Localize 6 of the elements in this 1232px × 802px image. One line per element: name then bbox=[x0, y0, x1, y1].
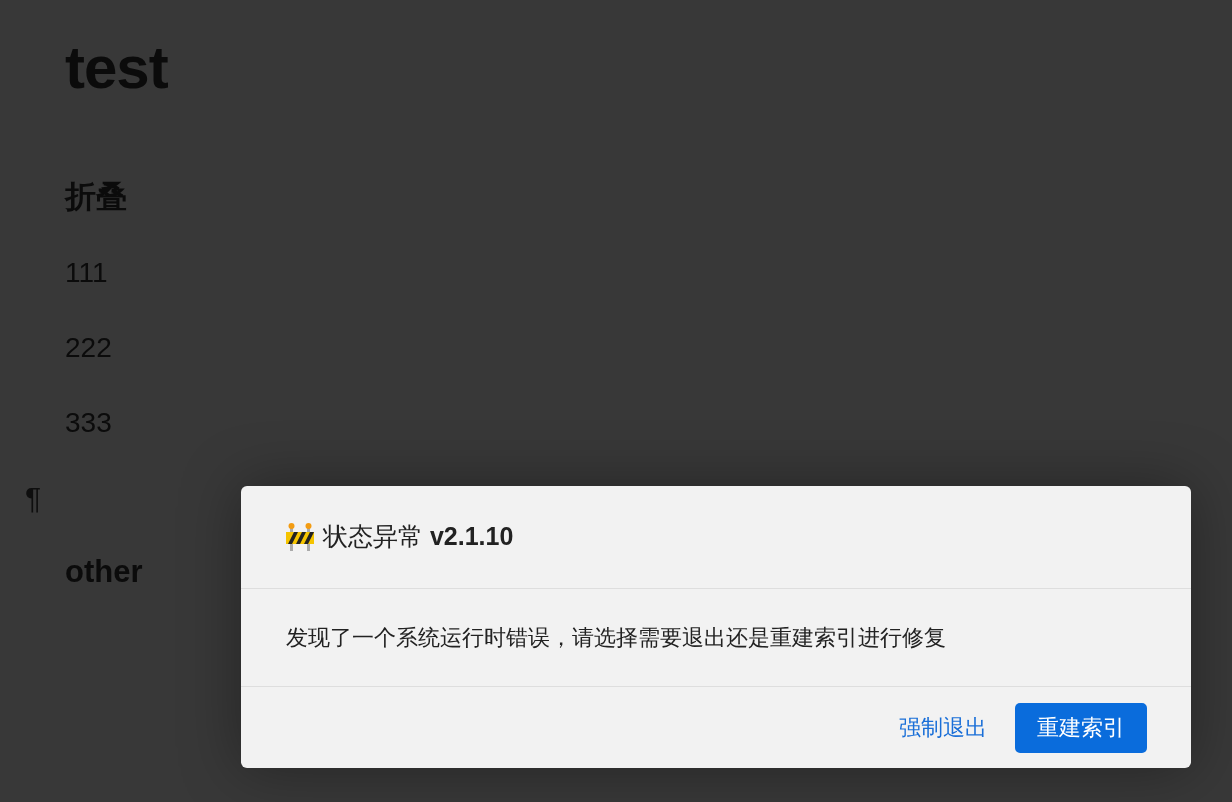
quit-link[interactable]: 强制退出 bbox=[899, 711, 987, 744]
dialog-title: 状态异常 v2.1.10 bbox=[323, 521, 514, 553]
barrier-icon bbox=[285, 522, 315, 552]
rebuild-button[interactable]: 重建索引 bbox=[1015, 702, 1147, 753]
pilcrow-mark: ¶ bbox=[25, 480, 42, 516]
dialog-message: 发现了一个系统运行时错误，请选择需要退出还是重建索引进行修复 bbox=[286, 624, 946, 652]
